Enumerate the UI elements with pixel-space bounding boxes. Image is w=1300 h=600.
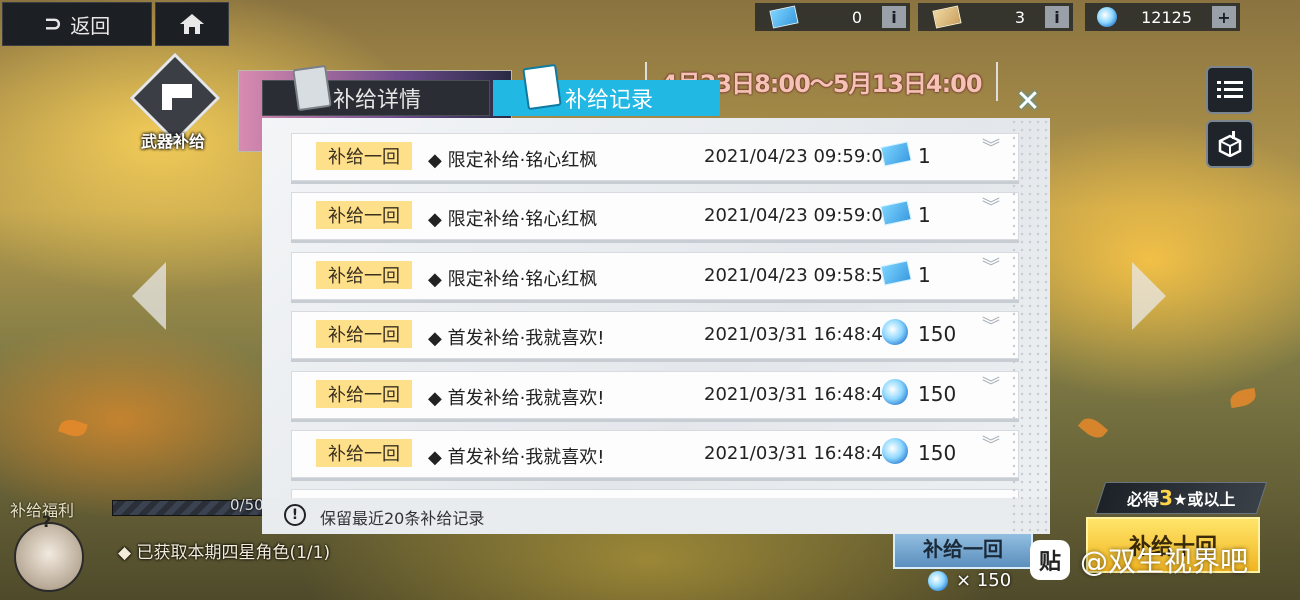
record-time: 2021/03/31 16:48:47 xyxy=(704,324,895,346)
watermark: 贴 @双生视界吧 xyxy=(1030,540,1248,580)
footer-note: 保留最近20条补给记录 xyxy=(320,509,485,528)
record-row[interactable]: 补给一回 ◆ 限定补给·铭心红枫 2021/04/23 09:58:58 1 ︾ xyxy=(291,251,1019,300)
tab-label: 补给记录 xyxy=(565,88,654,113)
clipboard-question-icon xyxy=(292,64,332,112)
welfare-count: 0/50 xyxy=(230,496,264,514)
record-time: 2021/03/31 16:48:44 xyxy=(704,383,895,405)
record-tag: 补给一回 xyxy=(316,260,412,289)
crystal-icon xyxy=(882,437,908,464)
back-arrow-icon: ⊃ xyxy=(43,11,63,37)
previous-arrow-button[interactable] xyxy=(132,262,166,330)
supply-records-panel: 补给一回 ◆ 限定补给·铭心红枫 2021/04/23 09:59:08 1 ︾ 补给一回… xyxy=(262,118,1050,534)
record-name: ◆ 首发补给·我就喜欢! xyxy=(428,328,605,350)
blue-ticket-icon xyxy=(769,5,799,29)
expand-chevron-icon[interactable]: ︾ xyxy=(982,199,1000,217)
dialog-tabs: 补给详情 补给记录 xyxy=(262,63,720,118)
crystal-icon xyxy=(882,319,908,346)
close-button[interactable]: ✕ xyxy=(1012,87,1044,117)
records-list[interactable]: 补给一回 ◆ 限定补给·铭心红枫 2021/04/23 09:59:08 1 ︾ 补给一回… xyxy=(291,133,1019,506)
record-name: ◆ 限定补给·铭心红枫 xyxy=(428,150,598,171)
currency-blue-ticket: 0 i xyxy=(755,3,910,31)
record-row[interactable]: 补给一回 ◆ 限定补给·铭心红枫 2021/04/23 09:59:08 1 ︾ xyxy=(291,133,1019,181)
cost-value: × 150 xyxy=(956,570,1012,591)
expand-chevron-icon[interactable]: ︾ xyxy=(982,318,1000,336)
record-name: ◆ 限定补给·铭心红枫 xyxy=(428,268,598,290)
record-row[interactable]: 补给一回 ◆ 首发补给·我就喜欢! 2021/03/31 16:48:44 150 ︾ xyxy=(291,370,1019,419)
blue-ticket-icon xyxy=(880,141,912,167)
info-button[interactable]: i xyxy=(882,6,906,28)
record-quantity: 1 xyxy=(918,144,931,168)
record-tag: 补给一回 xyxy=(316,379,412,408)
home-icon xyxy=(180,14,204,34)
record-tag: 补给一回 xyxy=(316,320,412,349)
menu-list-button[interactable] xyxy=(1206,66,1254,114)
info-icon: ! xyxy=(284,504,306,526)
question-icon: ? xyxy=(42,512,52,531)
currency-value: 3 xyxy=(1014,7,1025,27)
crystal-icon xyxy=(882,378,908,405)
next-arrow-button[interactable] xyxy=(1132,262,1166,330)
expand-chevron-icon[interactable]: ︾ xyxy=(982,140,1000,158)
pistol-grip-icon xyxy=(162,96,172,110)
info-button[interactable]: i xyxy=(1045,6,1069,28)
record-time: 2021/03/31 16:48:40 xyxy=(704,442,895,464)
expand-chevron-icon[interactable]: ︾ xyxy=(982,377,1000,395)
blue-ticket-icon xyxy=(880,200,912,227)
home-button[interactable] xyxy=(155,2,229,46)
guarantee-badge: 必得 3 ★或以上 xyxy=(1094,482,1268,514)
guarantee-suffix: ★或以上 xyxy=(1172,490,1236,509)
tan-ticket-icon xyxy=(932,5,962,29)
guide-avatar[interactable] xyxy=(14,522,84,592)
tab-label: 补给详情 xyxy=(333,88,422,113)
record-name: ◆ 首发补给·我就喜欢! xyxy=(428,446,605,468)
guarantee-number: 3 xyxy=(1158,486,1173,510)
list-icon xyxy=(1217,81,1243,98)
record-row[interactable]: 补给一回 ◆ 首发补给·我就喜欢! 2021/03/31 16:48:40 150 ︾ xyxy=(291,429,1019,478)
back-button[interactable]: ⊃ 返回 xyxy=(2,2,152,46)
expand-chevron-icon[interactable]: ︾ xyxy=(982,436,1000,454)
box-icon xyxy=(1218,131,1242,157)
back-label: 返回 xyxy=(70,13,111,38)
tieba-logo-icon: 贴 xyxy=(1030,540,1070,580)
record-tag: 补给一回 xyxy=(316,201,412,230)
record-tag: 补给一回 xyxy=(316,142,412,170)
records-footer: ! 保留最近20条补给记录 xyxy=(262,498,1050,534)
record-quantity: 150 xyxy=(918,381,957,406)
currency-tan-ticket: 3 i xyxy=(918,3,1073,31)
supply-cost: × 150 xyxy=(928,570,1011,591)
currency-value: 0 xyxy=(851,7,862,27)
record-time: 2021/04/23 09:59:03 xyxy=(704,205,895,227)
tab-supply-records[interactable]: 补给记录 xyxy=(493,63,720,116)
crystal-icon xyxy=(928,570,948,591)
add-crystal-button[interactable]: + xyxy=(1212,6,1236,28)
record-time: 2021/04/23 09:58:58 xyxy=(704,264,895,286)
record-quantity: 150 xyxy=(918,322,957,347)
record-tag: 补给一回 xyxy=(316,438,412,467)
record-time: 2021/04/23 09:59:08 xyxy=(704,146,895,167)
clipboard-icon xyxy=(522,63,562,111)
record-name: ◆ 限定补给·铭心红枫 xyxy=(428,209,598,231)
record-row[interactable]: 补给一回 ◆ 首发补给·我就喜欢! 2021/03/31 16:48:47 150 ︾ xyxy=(291,311,1019,360)
tab-supply-details[interactable]: 补给详情 xyxy=(262,64,490,116)
currency-crystal: 12125 + xyxy=(1085,3,1240,31)
owned-character-text: ◆ 已获取本期四星角色(1/1) xyxy=(118,543,331,563)
expand-chevron-icon[interactable]: ︾ xyxy=(982,258,1000,276)
blue-ticket-icon xyxy=(880,260,912,286)
crystal-icon xyxy=(1097,7,1117,27)
record-quantity: 150 xyxy=(918,440,957,465)
record-name: ◆ 首发补给·我就喜欢! xyxy=(428,387,605,409)
currency-value: 12125 xyxy=(1141,7,1192,27)
record-quantity: 1 xyxy=(918,262,931,287)
guarantee-prefix: 必得 xyxy=(1126,490,1159,509)
weapon-supply-label: 武器补给 xyxy=(140,132,205,151)
supply-box-button[interactable] xyxy=(1206,120,1254,168)
record-row[interactable]: 补给一回 ◆ 限定补给·铭心红枫 2021/04/23 09:59:03 1 ︾ xyxy=(291,192,1019,241)
watermark-text: @双生视界吧 xyxy=(1080,545,1249,578)
record-quantity: 1 xyxy=(918,203,931,228)
